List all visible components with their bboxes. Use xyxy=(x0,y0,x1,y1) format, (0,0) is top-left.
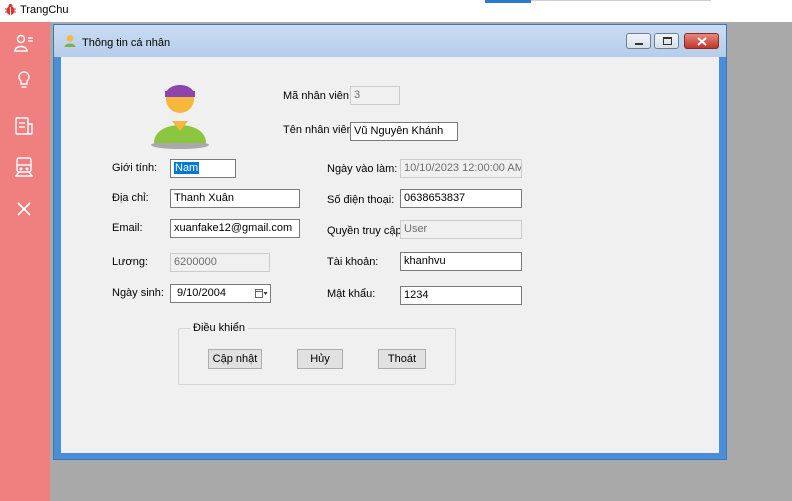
birth-date-picker[interactable]: 9/10/2004 xyxy=(170,284,271,303)
calendar-dropdown-icon[interactable] xyxy=(255,288,268,299)
controls-group-caption: Điều khiển xyxy=(190,322,248,334)
window-titlebar[interactable]: Thông tin cá nhân xyxy=(54,25,726,57)
employee-id-label: Mã nhân viên: xyxy=(283,90,353,102)
account-label: Tài khoản: xyxy=(327,256,379,268)
phone-label: Số điện thoại: xyxy=(327,194,395,206)
access-right-field[interactable]: User xyxy=(400,220,522,239)
salary-label: Lương: xyxy=(112,256,148,268)
birth-date-label: Ngày sinh: xyxy=(112,287,164,299)
close-icon[interactable] xyxy=(13,198,35,220)
minimize-icon xyxy=(635,43,643,45)
update-button[interactable]: Cập nhật xyxy=(208,349,262,369)
app-titlebar: TrangChu xyxy=(0,0,792,22)
email-label: Email: xyxy=(112,222,143,234)
birth-date-value: 9/10/2004 xyxy=(177,287,226,299)
app-bug-icon xyxy=(5,4,16,15)
avatar xyxy=(151,85,209,149)
profile-window: Thông tin cá nhân Mã nhân viên: 3 Tên nh… xyxy=(53,24,727,460)
cancel-button[interactable]: Hủy xyxy=(297,349,343,369)
train-icon[interactable] xyxy=(13,156,35,178)
minimize-button[interactable] xyxy=(626,33,651,49)
gender-label: Giới tính: xyxy=(112,162,158,174)
maximize-button[interactable] xyxy=(654,33,679,49)
employee-id-field[interactable]: 3 xyxy=(350,86,400,105)
close-icon xyxy=(697,37,707,46)
top-divider xyxy=(531,0,711,1)
controls-group: Điều khiển Cập nhật Hủy Thoát xyxy=(178,322,456,385)
start-date-field[interactable]: 10/10/2023 12:00:00 AM xyxy=(400,159,522,178)
account-field[interactable]: khanhvu xyxy=(400,252,522,271)
app-title: TrangChu xyxy=(20,4,69,16)
address-label: Địa chỉ: xyxy=(112,192,149,204)
window-client: Mã nhân viên: 3 Tên nhân viên: Vũ Nguyên… xyxy=(61,57,719,453)
gender-value: Nam xyxy=(174,162,200,174)
salary-field[interactable]: 6200000 xyxy=(170,253,270,272)
employee-name-field[interactable]: Vũ Nguyên Khánh xyxy=(350,122,458,141)
phone-field[interactable]: 0638653837 xyxy=(400,189,522,208)
employee-name-label: Tên nhân viên: xyxy=(283,124,356,136)
access-right-label: Quyền truy cập: xyxy=(327,225,405,237)
close-button[interactable] xyxy=(684,33,719,49)
top-tab-indicator xyxy=(485,0,531,3)
user-icon xyxy=(64,35,76,47)
exit-button[interactable]: Thoát xyxy=(378,349,426,369)
gender-field[interactable]: Nam xyxy=(170,159,236,178)
window-title: Thông tin cá nhân xyxy=(82,37,171,49)
start-date-label: Ngày vào làm: xyxy=(327,163,398,175)
password-label: Mật khẩu: xyxy=(327,288,376,300)
address-field[interactable]: Thanh Xuân xyxy=(170,189,300,208)
users-icon[interactable] xyxy=(13,33,35,55)
email-field[interactable]: xuanfake12@gmail.com xyxy=(170,219,300,238)
receipt-icon[interactable] xyxy=(13,115,35,137)
idea-icon[interactable] xyxy=(13,69,35,91)
sidebar xyxy=(0,22,50,501)
maximize-icon xyxy=(663,37,672,45)
password-field[interactable]: 1234 xyxy=(400,286,522,305)
